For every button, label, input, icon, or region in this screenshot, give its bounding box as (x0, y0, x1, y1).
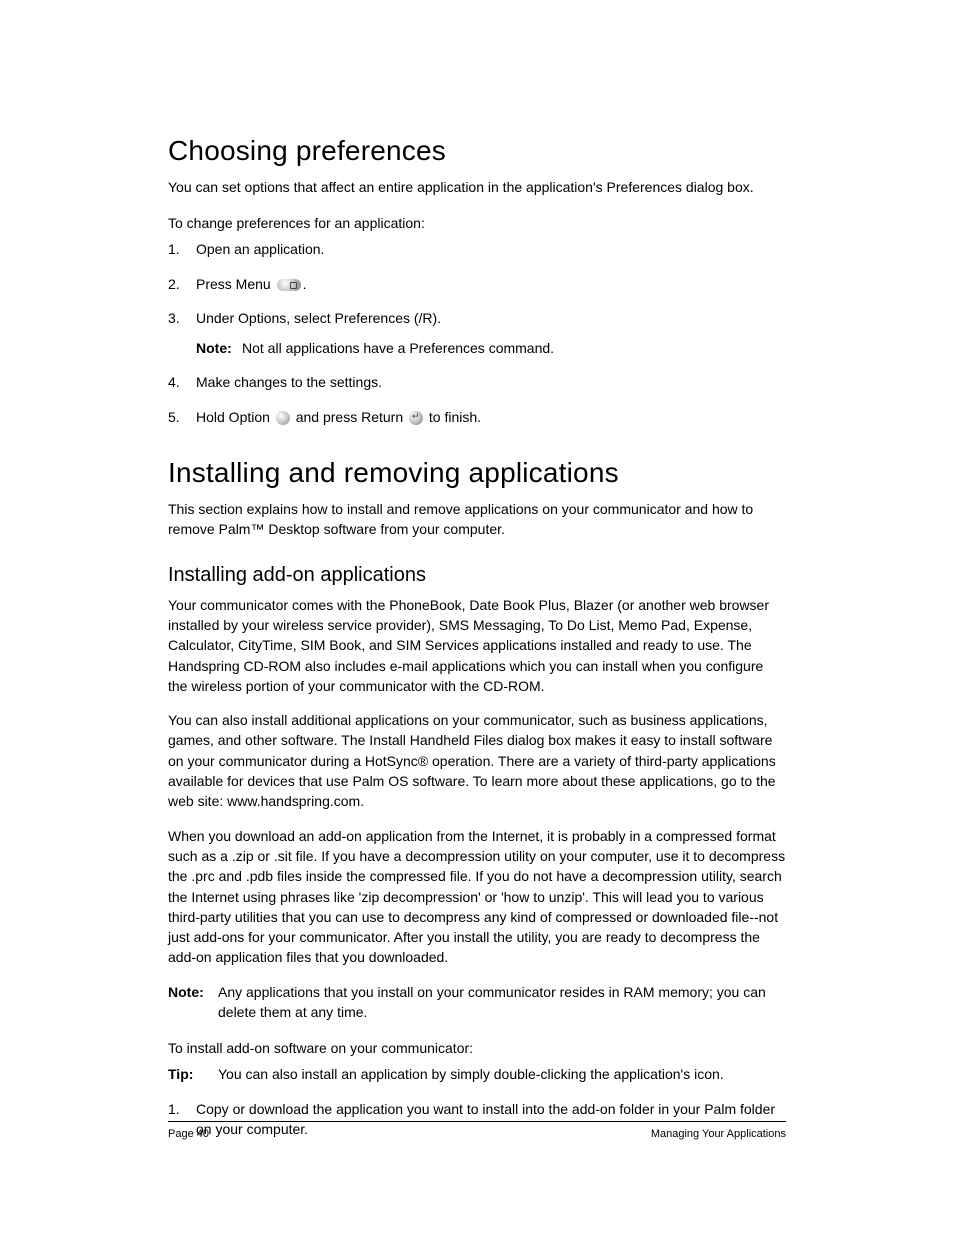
step-note: Note: Not all applications have a Prefer… (168, 338, 786, 358)
note-block: Note: Any applications that you install … (168, 982, 786, 1023)
footer-rule (168, 1121, 786, 1122)
step-number: 4. (168, 372, 180, 392)
step-text-pre: Press Menu (196, 276, 275, 292)
tip-block: Tip: You can also install an application… (168, 1064, 786, 1084)
note-label: Note: (168, 982, 218, 1023)
tip-text: You can also install an application by s… (218, 1064, 786, 1084)
heading-choosing-preferences: Choosing preferences (168, 135, 786, 167)
step-number: 5. (168, 407, 180, 427)
procedure-heading: To change preferences for an application… (168, 215, 786, 231)
heading-installing-removing: Installing and removing applications (168, 457, 786, 489)
body-paragraph: Your communicator comes with the PhoneBo… (168, 595, 786, 696)
step-number: 3. (168, 308, 180, 328)
body-paragraph: When you download an add-on application … (168, 826, 786, 968)
return-key-icon (409, 411, 423, 425)
note-label: Note: (196, 338, 242, 358)
intro-paragraph: You can set options that affect an entir… (168, 177, 786, 197)
step-number: 2. (168, 274, 180, 294)
subheading-installing-addons: Installing add-on applications (168, 564, 786, 587)
step-text-post: . (303, 276, 307, 292)
step-number: 1. (168, 1099, 180, 1119)
step-text-mid: and press Return (292, 409, 407, 425)
section-installing-removing: Installing and removing applications Thi… (168, 457, 786, 1139)
step-text: Open an application. (196, 241, 324, 257)
procedure-heading: To install add-on software on your commu… (168, 1040, 786, 1056)
step-number: 1. (168, 239, 180, 259)
step-item: 4. Make changes to the settings. (168, 372, 786, 392)
step-item: 5. Hold Option and press Return to finis… (168, 407, 786, 427)
option-key-icon (276, 411, 290, 425)
document-page: Choosing preferences You can set options… (0, 0, 954, 1235)
page-number: Page 40 (168, 1128, 209, 1140)
step-text: Make changes to the settings. (196, 374, 382, 390)
step-item: 3. Under Options, select Preferences (/R… (168, 308, 786, 328)
step-text-post: to finish. (425, 409, 481, 425)
step-text-pre: Hold Option (196, 409, 274, 425)
note-text: Any applications that you install on you… (218, 982, 786, 1023)
menu-key-icon (277, 279, 301, 291)
chapter-title: Managing Your Applications (651, 1128, 786, 1140)
tip-label: Tip: (168, 1064, 218, 1084)
procedure-steps-cont: 4. Make changes to the settings. 5. Hold… (168, 372, 786, 427)
note-text: Not all applications have a Preferences … (242, 338, 554, 358)
step-text: Under Options, select Preferences (/R). (196, 310, 441, 326)
body-paragraph: You can also install additional applicat… (168, 710, 786, 811)
intro-paragraph: This section explains how to install and… (168, 499, 786, 540)
step-item: 1. Open an application. (168, 239, 786, 259)
step-item: 2. Press Menu . (168, 274, 786, 294)
procedure-steps: 1. Open an application. 2. Press Menu . … (168, 239, 786, 328)
page-footer: Page 40 Managing Your Applications (168, 1121, 786, 1140)
